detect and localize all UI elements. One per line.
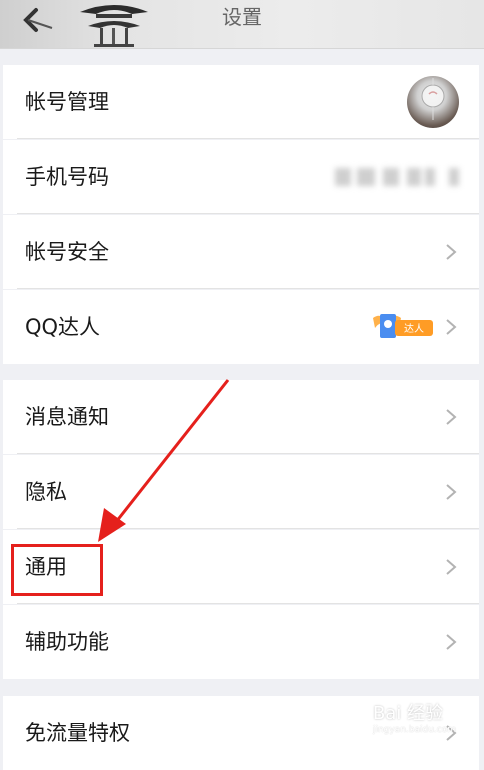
settings-item-label: 隐私 bbox=[25, 480, 67, 504]
settings-item-accessibility[interactable]: 辅助功能 bbox=[3, 605, 479, 679]
chevron-right-icon bbox=[446, 319, 457, 335]
annotation-highlight-box bbox=[11, 544, 103, 596]
settings-item-account-management[interactable]: 帐号管理 bbox=[3, 65, 479, 139]
avatar bbox=[407, 76, 459, 128]
divider bbox=[17, 453, 479, 454]
settings-item-label: 消息通知 bbox=[25, 405, 109, 429]
badge-text: 达人 bbox=[404, 323, 424, 335]
chevron-right-icon bbox=[446, 409, 457, 425]
divider bbox=[17, 138, 479, 139]
settings-item-label: 帐号安全 bbox=[25, 240, 109, 264]
settings-item-qq-expert[interactable]: QQ达人 达人 bbox=[3, 290, 479, 364]
settings-item-label: 免流量特权 bbox=[25, 721, 130, 745]
chevron-right-icon bbox=[446, 559, 457, 575]
settings-item-label: QQ达人 bbox=[25, 315, 101, 339]
chevron-right-icon bbox=[446, 484, 457, 500]
page-title: 设置 bbox=[222, 5, 262, 29]
divider bbox=[17, 288, 479, 289]
settings-item-phone-number[interactable]: 手机号码 bbox=[3, 140, 479, 214]
settings-item-privacy[interactable]: 隐私 bbox=[3, 455, 479, 529]
watermark: Bai 经验 jingyan.baidu.com bbox=[373, 699, 456, 735]
watermark-subtext: jingyan.baidu.com bbox=[372, 725, 456, 735]
settings-item-account-security[interactable]: 帐号安全 bbox=[3, 215, 479, 289]
qq-expert-badge: 达人 bbox=[373, 314, 433, 338]
title-bar: 设置 bbox=[0, 0, 484, 49]
divider bbox=[17, 528, 479, 529]
divider bbox=[17, 213, 479, 214]
settings-item-notifications[interactable]: 消息通知 bbox=[3, 380, 479, 454]
chevron-right-icon bbox=[446, 244, 457, 260]
settings-item-label: 手机号码 bbox=[25, 165, 109, 189]
watermark-text: Bai 经验 bbox=[372, 703, 444, 724]
chevron-right-icon bbox=[446, 634, 457, 650]
wind-chime-image bbox=[421, 78, 445, 120]
divider bbox=[17, 603, 479, 604]
phone-number-blurred bbox=[335, 168, 459, 186]
settings-item-label: 帐号管理 bbox=[25, 90, 109, 114]
settings-item-label: 辅助功能 bbox=[25, 630, 109, 654]
